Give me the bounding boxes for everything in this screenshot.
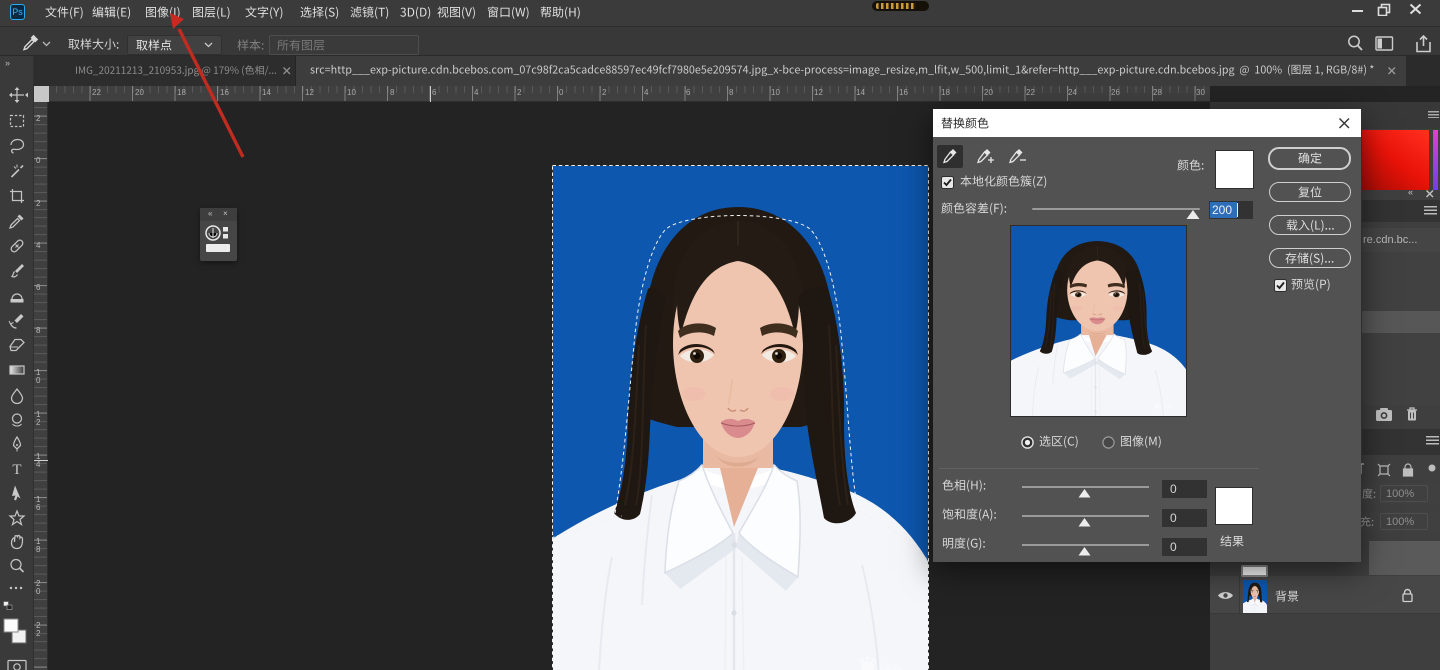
svg-text:T: T xyxy=(12,462,21,478)
